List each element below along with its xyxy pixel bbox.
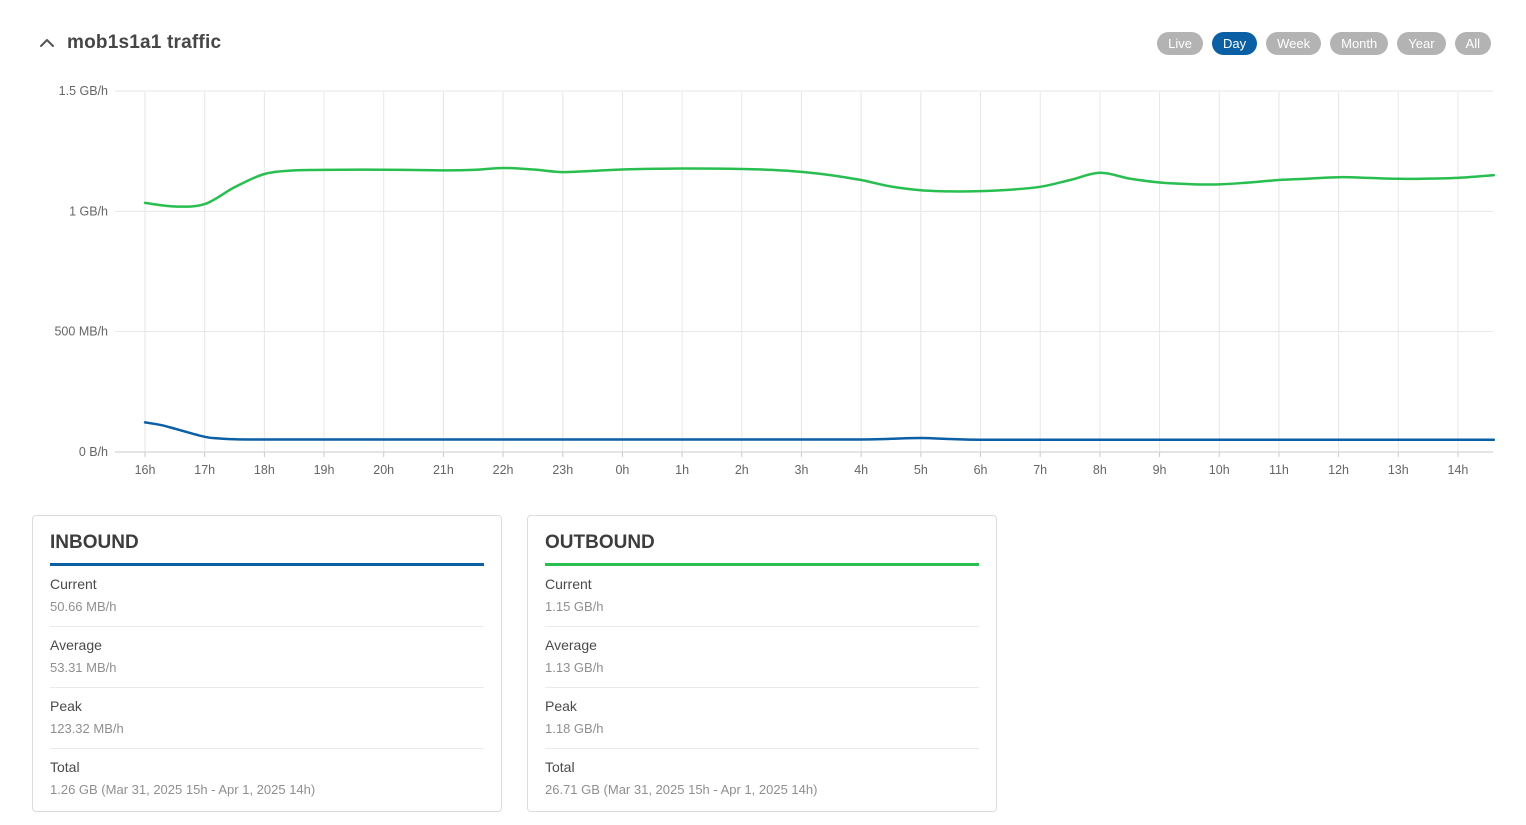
- stat-row: Total 26.71 GB (Mar 31, 2025 15h - Apr 1…: [545, 749, 979, 809]
- time-range-group: Live Day Week Month Year All: [1157, 32, 1491, 55]
- svg-text:13h: 13h: [1388, 463, 1409, 477]
- svg-text:20h: 20h: [373, 463, 394, 477]
- stat-label-total: Total: [50, 759, 484, 775]
- svg-text:5h: 5h: [914, 463, 928, 477]
- stat-value-total: 1.26 GB (Mar 31, 2025 15h - Apr 1, 2025 …: [50, 782, 484, 797]
- svg-text:16h: 16h: [135, 463, 156, 477]
- svg-text:500 MB/h: 500 MB/h: [54, 325, 108, 339]
- svg-text:1h: 1h: [675, 463, 689, 477]
- stat-label-total: Total: [545, 759, 979, 775]
- stats-cards: INBOUND Current 50.66 MB/h Average 53.31…: [0, 515, 1526, 812]
- svg-text:6h: 6h: [974, 463, 988, 477]
- range-button-week[interactable]: Week: [1266, 32, 1321, 55]
- svg-text:21h: 21h: [433, 463, 454, 477]
- svg-text:1 GB/h: 1 GB/h: [69, 204, 108, 218]
- stat-label-current: Current: [545, 576, 979, 592]
- outbound-card-title: OUTBOUND: [545, 532, 979, 566]
- stat-row: Average 53.31 MB/h: [50, 627, 484, 688]
- svg-text:11h: 11h: [1269, 463, 1289, 477]
- svg-text:23h: 23h: [552, 463, 573, 477]
- svg-text:9h: 9h: [1153, 463, 1167, 477]
- svg-text:17h: 17h: [194, 463, 215, 477]
- svg-text:0h: 0h: [615, 463, 629, 477]
- stat-value-peak: 123.32 MB/h: [50, 721, 484, 736]
- page-title: mob1s1a1 traffic: [67, 32, 221, 54]
- stat-value-total: 26.71 GB (Mar 31, 2025 15h - Apr 1, 2025…: [545, 782, 979, 797]
- inbound-series-line: [145, 422, 1494, 439]
- stat-row: Current 1.15 GB/h: [545, 566, 979, 627]
- traffic-chart[interactable]: 1.5 GB/h 1 GB/h 500 MB/h 0 B/h 16h 17h 18h 19h 2…: [0, 78, 1526, 488]
- stat-label-peak: Peak: [50, 698, 484, 714]
- stat-value-peak: 1.18 GB/h: [545, 721, 979, 736]
- page-header: mob1s1a1 traffic Live Day Week Month Yea…: [0, 0, 1526, 55]
- stat-label-peak: Peak: [545, 698, 979, 714]
- stat-row: Current 50.66 MB/h: [50, 566, 484, 627]
- stat-label-average: Average: [50, 637, 484, 653]
- stat-value-current: 50.66 MB/h: [50, 599, 484, 614]
- collapse-section-button[interactable]: [38, 36, 56, 50]
- stat-label-current: Current: [50, 576, 484, 592]
- svg-text:0 B/h: 0 B/h: [79, 445, 108, 459]
- stat-value-average: 53.31 MB/h: [50, 660, 484, 675]
- range-button-day[interactable]: Day: [1212, 32, 1257, 55]
- svg-text:4h: 4h: [854, 463, 868, 477]
- stat-row: Peak 1.18 GB/h: [545, 688, 979, 749]
- stat-row: Average 1.13 GB/h: [545, 627, 979, 688]
- svg-text:22h: 22h: [493, 463, 514, 477]
- outbound-series-line: [145, 168, 1494, 207]
- stat-label-average: Average: [545, 637, 979, 653]
- inbound-card: INBOUND Current 50.66 MB/h Average 53.31…: [32, 515, 502, 812]
- traffic-chart-section: 1.5 GB/h 1 GB/h 500 MB/h 0 B/h 16h 17h 18h 19h 2…: [0, 78, 1526, 488]
- stat-value-current: 1.15 GB/h: [545, 599, 979, 614]
- chevron-up-icon: [39, 38, 55, 48]
- svg-text:18h: 18h: [254, 463, 275, 477]
- svg-text:2h: 2h: [735, 463, 749, 477]
- inbound-card-title: INBOUND: [50, 532, 484, 566]
- range-button-live[interactable]: Live: [1157, 32, 1203, 55]
- svg-text:3h: 3h: [795, 463, 809, 477]
- range-button-year[interactable]: Year: [1397, 32, 1445, 55]
- stat-row: Total 1.26 GB (Mar 31, 2025 15h - Apr 1,…: [50, 749, 484, 809]
- svg-text:8h: 8h: [1093, 463, 1107, 477]
- svg-text:1.5 GB/h: 1.5 GB/h: [59, 84, 108, 98]
- svg-text:19h: 19h: [314, 463, 335, 477]
- stat-value-average: 1.13 GB/h: [545, 660, 979, 675]
- stat-row: Peak 123.32 MB/h: [50, 688, 484, 749]
- outbound-card: OUTBOUND Current 1.15 GB/h Average 1.13 …: [527, 515, 997, 812]
- svg-text:7h: 7h: [1033, 463, 1047, 477]
- svg-text:14h: 14h: [1448, 463, 1469, 477]
- svg-text:10h: 10h: [1209, 463, 1230, 477]
- range-button-all[interactable]: All: [1455, 32, 1491, 55]
- svg-text:12h: 12h: [1328, 463, 1349, 477]
- range-button-month[interactable]: Month: [1330, 32, 1388, 55]
